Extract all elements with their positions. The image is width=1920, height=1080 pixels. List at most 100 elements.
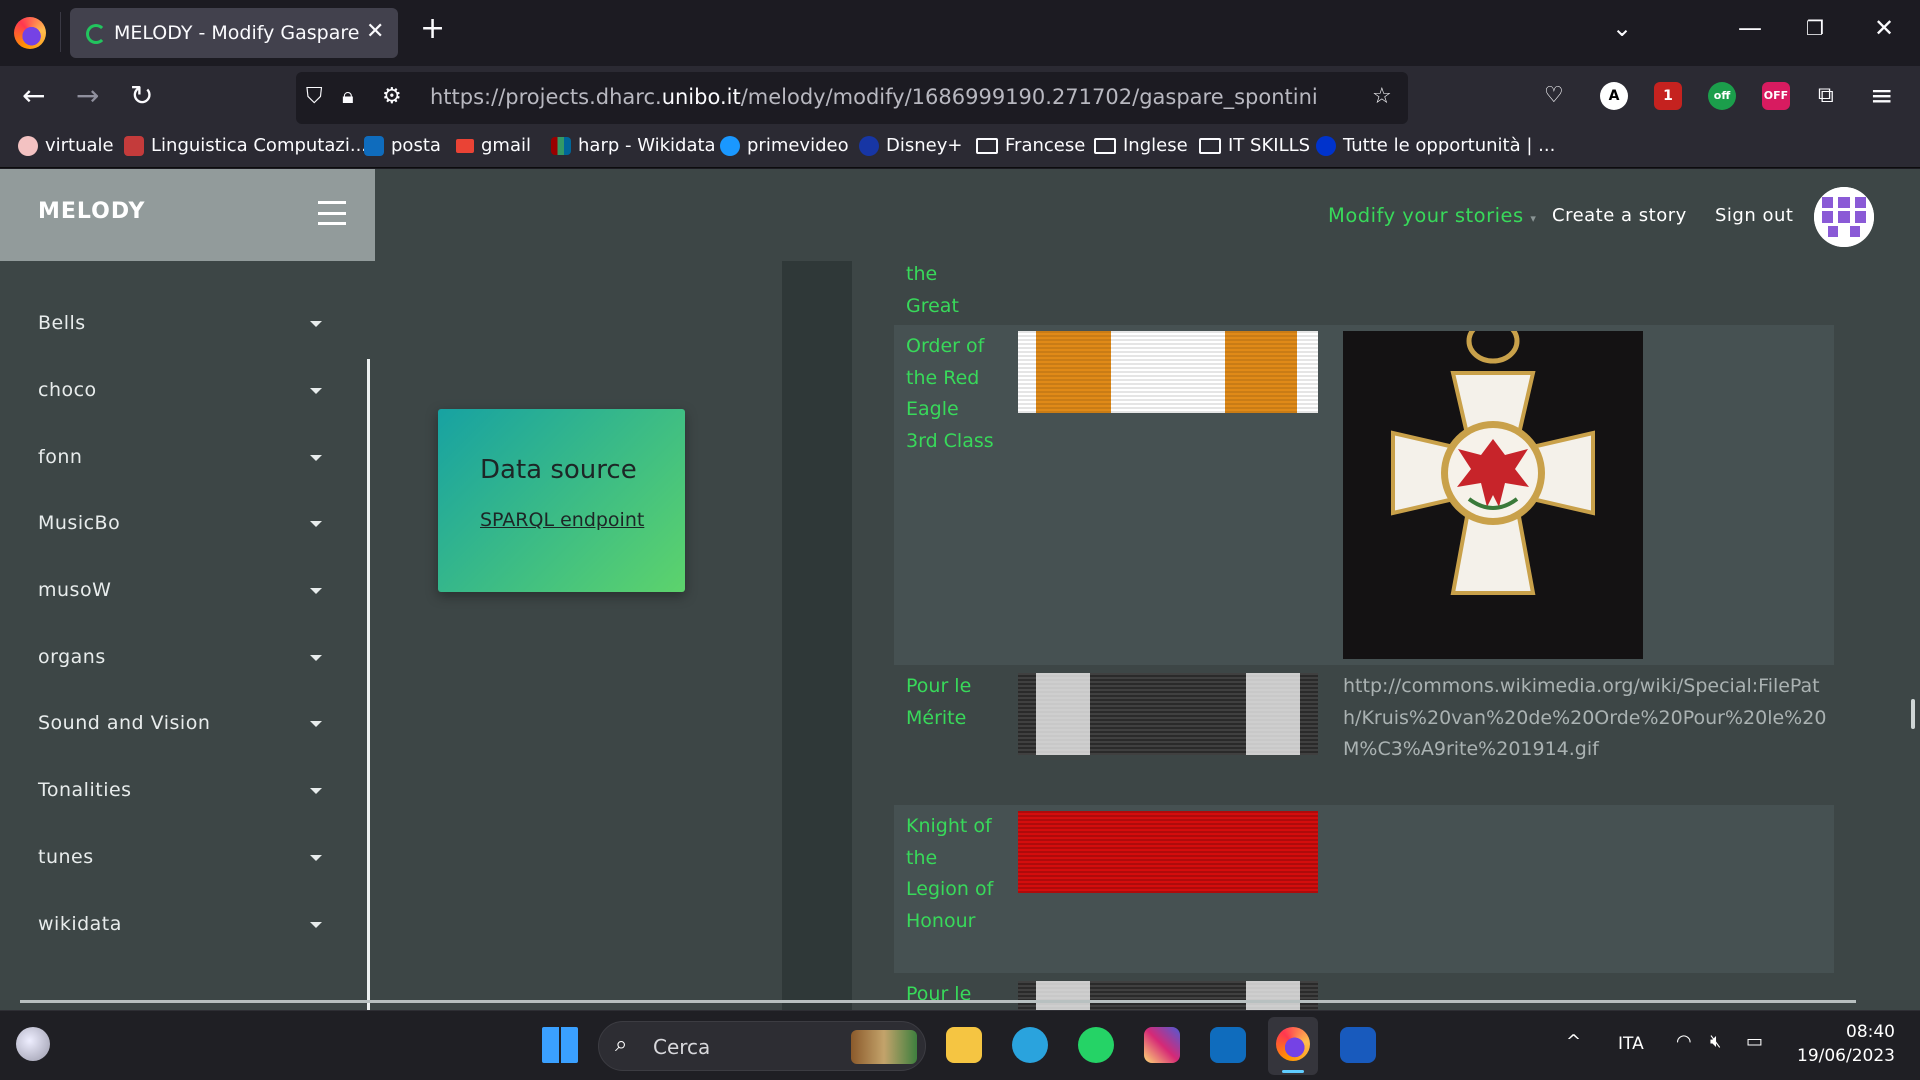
file-explorer-icon[interactable] [946,1027,982,1063]
table-row: the Great [894,261,1834,317]
bookmark-harp-wikidata[interactable]: harp - Wikidata [551,135,716,156]
image-url-text[interactable]: http://commons.wikimedia.org/wiki/Specia… [1343,671,1833,766]
chevron-down-icon[interactable] [310,588,322,594]
search-highlight-icon [851,1030,917,1064]
browser-nav-bar: ← → ↻ ⛉ 🔒︎ ⚙ https://projects.dharc.unib… [0,66,1920,130]
nav-create-story[interactable]: Create a story [1552,205,1687,226]
bookmark-folder-it-skills[interactable]: IT SKILLS [1199,135,1310,156]
battery-icon[interactable]: ▭ [1746,1031,1763,1052]
lock-icon[interactable]: 🔒︎ [342,84,354,109]
tab-close-icon[interactable]: ✕ [366,19,384,44]
nav-modify-stories[interactable]: Modify your stories ▾ [1328,204,1536,227]
chevron-down-icon[interactable] [310,922,322,928]
new-tab-button[interactable]: + [420,14,445,44]
permissions-icon[interactable]: ⚙ [382,84,402,109]
reload-icon[interactable]: ↻ [130,80,153,112]
bookmark-posta[interactable]: posta [364,135,441,156]
brand-header: MELODY [0,169,375,261]
horizontal-scrollbar[interactable] [20,1000,1856,1003]
bookmark-label: harp - Wikidata [578,135,716,156]
list-all-tabs-icon[interactable]: ⌄ [1612,16,1632,40]
chevron-down-icon[interactable] [310,321,322,327]
chevron-down-icon[interactable] [310,788,322,794]
weather-icon[interactable] [16,1027,50,1061]
forward-icon[interactable]: → [76,80,99,112]
clock-date[interactable]: 19/06/2023 [1797,1046,1895,1066]
browser-tab-bar: MELODY - Modify Gaspare Spontini ✕ + ⌄ —… [0,0,1920,66]
sidebar-item-tunes[interactable]: tunes [38,846,94,868]
outlook-icon[interactable] [1210,1027,1246,1063]
windows-taskbar: ⌕ Cerca ^ ITA ◠ 🔇︎ ▭ 08:40 19/06/2023 [0,1010,1920,1080]
url-text[interactable]: https://projects.dharc.unibo.it/melody/m… [430,85,1318,109]
pocket-icon[interactable]: ♡ [1544,80,1564,112]
sidebar-item-musicbo[interactable]: MusicBo [38,512,120,534]
clock-time[interactable]: 08:40 [1846,1022,1895,1042]
vertical-scrollbar[interactable] [1911,699,1915,729]
dropdown-caret-icon: ▾ [1530,212,1537,225]
shield-icon[interactable]: ⛉ [306,84,323,109]
sidebar-item-wikidata[interactable]: wikidata [38,913,122,935]
sidebar-item-organs[interactable]: organs [38,646,106,668]
minimize-icon[interactable]: — [1738,16,1762,40]
firefox-logo-icon[interactable] [14,17,46,49]
word-icon[interactable] [1340,1027,1376,1063]
active-indicator [1282,1070,1304,1073]
bookmark-opportunita[interactable]: Tutte le opportunità | ... [1316,135,1555,156]
folder-icon [1199,137,1221,154]
bookmark-virtuale[interactable]: virtuale [18,135,114,156]
sidebar-item-tonalities[interactable]: Tonalities [38,779,132,801]
nav-sign-out[interactable]: Sign out [1715,205,1793,226]
extensions-icon[interactable]: ⧉ [1818,80,1834,112]
url-bar[interactable]: ⛉ 🔒︎ ⚙ https://projects.dharc.unibo.it/m… [296,72,1408,124]
firefox-taskbar-active[interactable] [1268,1017,1318,1075]
extension-off-icon[interactable]: OFF [1762,82,1790,110]
input-language[interactable]: ITA [1618,1034,1644,1054]
tab-active[interactable]: MELODY - Modify Gaspare Spontini ✕ [70,8,398,58]
hamburger-menu-icon[interactable] [318,201,346,225]
chevron-down-icon[interactable] [310,721,322,727]
grammarly-off-icon[interactable]: off [1708,82,1736,110]
gmail-icon [456,138,474,153]
row-label: Pour le Mérite [906,675,972,729]
volume-muted-icon[interactable]: 🔇︎ [1710,1031,1721,1052]
taskbar-search[interactable]: ⌕ Cerca [598,1021,926,1071]
whatsapp-icon[interactable] [1078,1027,1114,1063]
chevron-down-icon[interactable] [310,388,322,394]
wifi-icon[interactable]: ◠ [1676,1031,1692,1052]
tray-chevron-up-icon[interactable]: ^ [1566,1031,1581,1052]
bookmark-gmail[interactable]: gmail [456,135,531,156]
bookmark-star-icon[interactable]: ☆ [1372,84,1392,109]
menu-icon[interactable]: ≡ [1870,80,1893,112]
instagram-icon[interactable] [1144,1027,1180,1063]
sidebar-item-bells[interactable]: Bells [38,312,86,334]
brand-logo[interactable]: MELODY [38,199,145,224]
sidebar-item-choco[interactable]: choco [38,379,97,401]
disney-icon [859,135,879,156]
sidebar-item-musow[interactable]: musoW [38,579,111,601]
chevron-down-icon[interactable] [310,855,322,861]
close-window-icon[interactable]: ✕ [1874,16,1894,40]
user-avatar[interactable] [1814,187,1874,247]
sidebar-item-fonn[interactable]: fonn [38,446,82,468]
chevron-down-icon[interactable] [310,521,322,527]
bookmark-folder-francese[interactable]: Francese [976,135,1085,156]
bookmark-linguistica[interactable]: Linguistica Computazi... [124,135,367,156]
bookmark-disney[interactable]: Disney+ [859,135,962,156]
bookmark-primevideo[interactable]: primevideo [720,135,849,156]
virtuale-icon [18,135,38,156]
back-icon[interactable]: ← [22,80,45,112]
ublock-icon[interactable]: 1 [1654,82,1682,110]
sidebar-item-sound-and-vision[interactable]: Sound and Vision [38,712,210,734]
firefox-icon [1276,1027,1310,1061]
ribbon-red-eagle [1018,331,1318,413]
outlook-icon [364,135,384,156]
restore-icon[interactable]: ❐ [1806,16,1824,40]
bookmark-folder-inglese[interactable]: Inglese [1094,135,1188,156]
chevron-down-icon[interactable] [310,455,322,461]
chevron-down-icon[interactable] [310,655,322,661]
search-placeholder: Cerca [653,1035,711,1059]
sparql-endpoint-link[interactable]: SPARQL endpoint [480,509,644,531]
account-avatar-icon[interactable]: A [1600,82,1628,110]
telegram-icon[interactable] [1012,1027,1048,1063]
start-windows-icon[interactable] [542,1027,578,1063]
